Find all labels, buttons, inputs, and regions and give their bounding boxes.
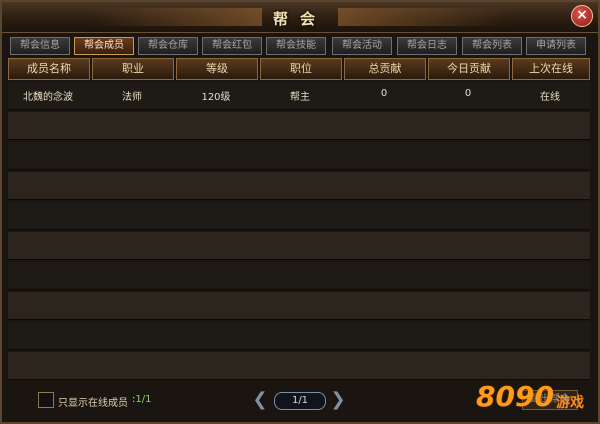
table-row-empty (8, 322, 590, 350)
close-icon[interactable]: × (571, 5, 593, 27)
tab-guild-red-packet[interactable]: 帮会红包 (202, 37, 262, 55)
guild-window: 帮会 × 帮会信息 帮会成员 帮会仓库 帮会红包 帮会技能 帮会活动 帮会日志 … (0, 0, 600, 424)
table-row[interactable]: 北魏的念波 法师 120级 帮主 0 0 在线 (8, 82, 590, 110)
title-bar[interactable]: 帮会 × (2, 2, 598, 33)
column-header-last-online[interactable]: 上次在线 (512, 58, 590, 80)
table-row-empty (8, 352, 590, 380)
tab-application-list[interactable]: 申请列表 (526, 37, 586, 55)
table-row-empty (8, 202, 590, 230)
member-last-online: 在线 (540, 92, 560, 103)
column-header-level[interactable]: 等级 (176, 58, 258, 80)
column-header-today-contribution[interactable]: 今日贡献 (428, 58, 510, 80)
tab-guild-info[interactable]: 帮会信息 (10, 37, 70, 55)
table-row-empty (8, 292, 590, 320)
tab-guild-log[interactable]: 帮会日志 (397, 37, 457, 55)
watermark-logo: 踢出帮会 8090 游戏 (476, 378, 592, 420)
tab-guild-members[interactable]: 帮会成员 (74, 37, 134, 55)
member-today-contribution: 0 (464, 88, 472, 99)
online-count: :1/1 (132, 394, 151, 405)
member-level: 120级 (201, 92, 231, 103)
table-row-empty (8, 232, 590, 260)
online-count-value: 1/1 (135, 394, 152, 405)
column-header-position[interactable]: 职位 (260, 58, 342, 80)
prev-page-icon[interactable]: ❮ (250, 390, 270, 410)
member-class: 法师 (122, 92, 142, 103)
tab-guild-list[interactable]: 帮会列表 (462, 37, 522, 55)
brand-text: 游戏 (556, 395, 584, 411)
only-online-label: 只显示在线成员 (58, 398, 128, 409)
tab-guild-activities[interactable]: 帮会活动 (332, 37, 392, 55)
member-name: 北魏的念波 (23, 92, 73, 103)
column-header-name[interactable]: 成员名称 (8, 58, 90, 80)
tab-guild-warehouse[interactable]: 帮会仓库 (138, 37, 198, 55)
tab-guild-skills[interactable]: 帮会技能 (266, 37, 326, 55)
table-row-empty (8, 172, 590, 200)
brand-number: 8090 (476, 380, 554, 413)
next-page-icon[interactable]: ❯ (328, 390, 348, 410)
table-row-empty (8, 112, 590, 140)
table-row-empty (8, 262, 590, 290)
member-total-contribution: 0 (380, 88, 388, 99)
page-indicator: 1/1 (274, 392, 326, 410)
table-row-empty (8, 142, 590, 170)
table-header: 成员名称 职业 等级 职位 总贡献 今日贡献 上次在线 (8, 58, 590, 80)
only-online-checkbox[interactable] (38, 392, 54, 408)
column-header-class[interactable]: 职业 (92, 58, 174, 80)
member-position: 帮主 (290, 92, 310, 103)
column-header-total-contribution[interactable]: 总贡献 (344, 58, 426, 80)
window-title: 帮会 (272, 10, 327, 28)
